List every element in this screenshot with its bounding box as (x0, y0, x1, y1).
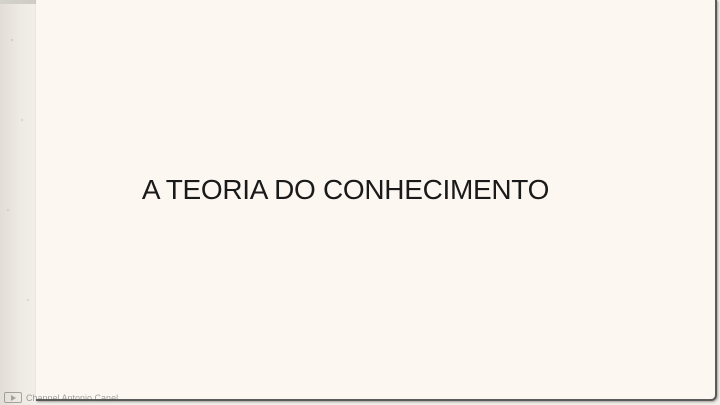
slide-canvas[interactable]: A TEORIA DO CONHECIMENTO (36, 0, 717, 401)
presentation-viewer: A TEORIA DO CONHECIMENTO Channel Antonio… (0, 0, 720, 405)
watermark-label: Channel Antonio Canel (26, 392, 119, 403)
slide-title: A TEORIA DO CONHECIMENTO (141, 174, 550, 205)
channel-watermark: Channel Antonio Canel (4, 392, 118, 403)
video-icon (4, 392, 22, 403)
